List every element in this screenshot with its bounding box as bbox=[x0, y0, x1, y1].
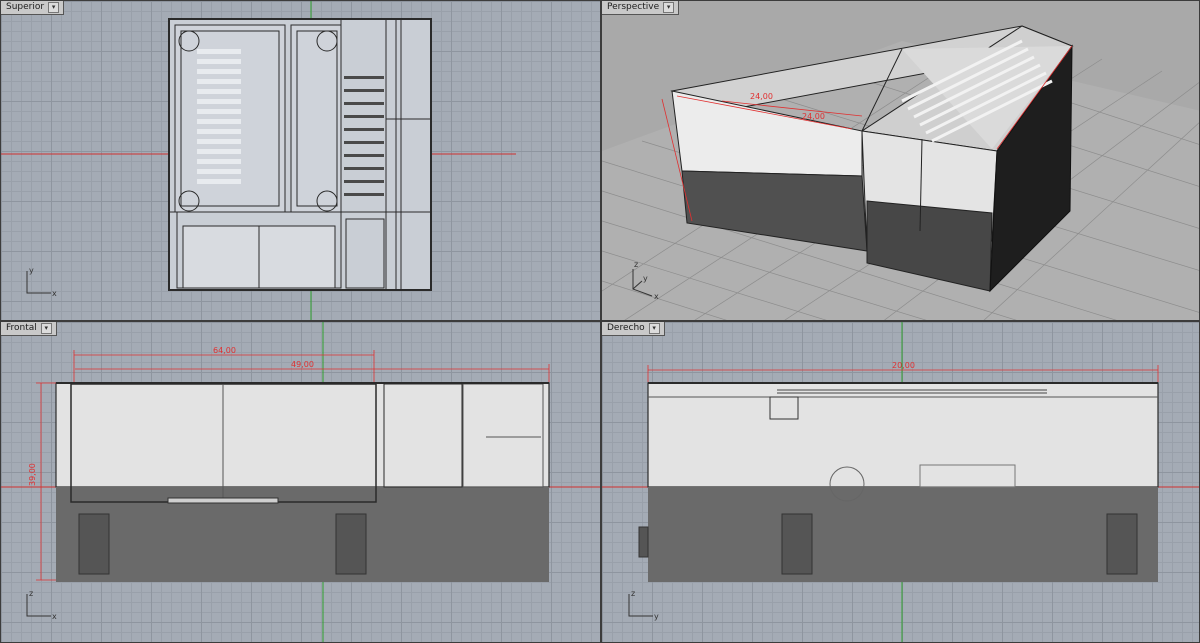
viewport-right[interactable]: 20,00 z y Derecho ▾ bbox=[601, 321, 1200, 643]
viewport-title-right[interactable]: Derecho ▾ bbox=[602, 322, 665, 336]
front-dim-height: 39,00 bbox=[28, 463, 37, 486]
front-view-canvas: 64,00 49,00 39,00 z x bbox=[1, 322, 600, 642]
viewport-menu-dropdown-icon[interactable]: ▾ bbox=[48, 2, 60, 13]
perspective-view-canvas: 24,00 24,00 z y x bbox=[602, 25, 1199, 320]
gizmo-label-horizontal: x bbox=[52, 289, 57, 298]
front-dim-width-inner: 49,00 bbox=[291, 360, 314, 369]
gizmo-label-horizontal: x bbox=[52, 612, 57, 621]
viewport-title-label: Perspective bbox=[607, 2, 660, 12]
console-front-outline bbox=[55, 382, 550, 582]
viewport-title-front[interactable]: Frontal ▾ bbox=[1, 322, 57, 336]
viewport-menu-dropdown-icon[interactable]: ▾ bbox=[648, 323, 660, 334]
viewport-top[interactable]: y x Superior ▾ bbox=[0, 0, 601, 321]
console-right-outline bbox=[638, 382, 1159, 582]
perspective-dim-label-2: 24,00 bbox=[802, 112, 825, 121]
front-dim-width-total: 64,00 bbox=[213, 346, 236, 355]
perspective-dim-label-1: 24,00 bbox=[750, 92, 773, 101]
right-view-canvas: 20,00 z y bbox=[602, 322, 1199, 642]
viewport-menu-dropdown-icon[interactable]: ▾ bbox=[663, 2, 675, 13]
viewport-perspective[interactable]: 24,00 24,00 z y x Perspective ▾ bbox=[601, 0, 1200, 321]
gizmo-label-vertical: z bbox=[29, 589, 33, 598]
viewport-title-top[interactable]: Superior ▾ bbox=[1, 1, 65, 15]
viewport-title-perspective[interactable]: Perspective ▾ bbox=[602, 1, 680, 15]
right-dim-depth: 20,00 bbox=[892, 361, 915, 370]
gizmo-label-horizontal: y bbox=[654, 612, 659, 621]
rhino-workspace: y x Superior ▾ 24,00 24,00 z y x Perspec… bbox=[0, 0, 1200, 643]
viewport-front[interactable]: 64,00 49,00 39,00 z x Frontal ▾ bbox=[0, 321, 601, 643]
viewport-title-label: Derecho bbox=[607, 323, 645, 333]
gizmo-label-vertical: y bbox=[643, 274, 648, 283]
gizmo-label-up: z bbox=[634, 260, 638, 269]
gizmo-label-horizontal: x bbox=[654, 292, 659, 301]
gizmo-label-vertical: y bbox=[29, 266, 34, 275]
viewport-title-label: Frontal bbox=[6, 323, 37, 333]
viewport-menu-dropdown-icon[interactable]: ▾ bbox=[40, 323, 52, 334]
gizmo-label-vertical: z bbox=[631, 589, 635, 598]
top-view-canvas: y x bbox=[1, 1, 516, 320]
viewport-title-label: Superior bbox=[6, 2, 45, 12]
